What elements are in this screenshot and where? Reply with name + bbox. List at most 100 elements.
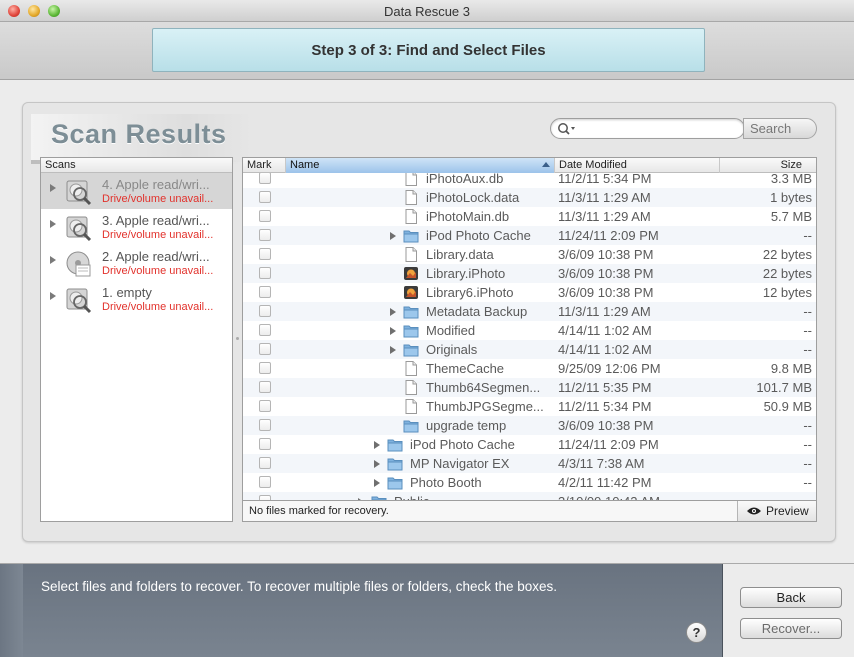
file-date-modified: 4/14/11 1:02 AM <box>558 342 652 357</box>
mark-checkbox[interactable] <box>259 324 271 336</box>
mark-checkbox[interactable] <box>259 267 271 279</box>
preview-button[interactable]: Preview <box>737 501 816 521</box>
disclosure-triangle-icon[interactable] <box>374 460 380 468</box>
search-icon[interactable] <box>557 122 577 136</box>
file-size: 101.7 MB <box>756 380 812 395</box>
disclosure-triangle-icon[interactable] <box>390 346 396 354</box>
mark-checkbox[interactable] <box>259 229 271 241</box>
table-row[interactable]: iPod Photo Cache 11/24/11 2:09 PM -- <box>243 226 816 245</box>
mark-checkbox[interactable] <box>259 173 271 184</box>
drive-scan-icon <box>66 180 92 206</box>
disclosure-triangle-icon[interactable] <box>50 256 56 264</box>
document-icon <box>405 361 417 376</box>
file-size: -- <box>803 304 812 319</box>
table-row[interactable]: upgrade temp 3/6/09 10:38 PM -- <box>243 416 816 435</box>
instructions-panel: Select files and folders to recover. To … <box>23 564 723 657</box>
table-row[interactable]: iPhotoMain.db 11/3/11 1:29 AM 5.7 MB <box>243 207 816 226</box>
file-date-modified: 11/2/11 5:34 PM <box>558 399 652 414</box>
mark-checkbox[interactable] <box>259 438 271 450</box>
disclosure-triangle-icon[interactable] <box>390 308 396 316</box>
file-size: -- <box>803 475 812 490</box>
disclosure-triangle-icon[interactable] <box>374 479 380 487</box>
folder-icon <box>403 306 419 319</box>
preview-label: Preview <box>766 504 809 518</box>
mark-checkbox[interactable] <box>259 305 271 317</box>
file-name: iPod Photo Cache <box>426 228 531 243</box>
search-input[interactable] <box>579 121 739 137</box>
file-size: 22 bytes <box>762 266 812 281</box>
table-row[interactable]: iPhotoAux.db 11/2/11 5:34 PM 3.3 MB <box>243 173 816 188</box>
folder-icon <box>387 439 403 452</box>
mark-checkbox[interactable] <box>259 248 271 260</box>
search-button[interactable]: Search <box>743 118 817 139</box>
section-title: Scan Results <box>51 119 227 149</box>
folder-icon <box>387 458 403 471</box>
disclosure-triangle-icon[interactable] <box>50 292 56 300</box>
mark-checkbox[interactable] <box>259 362 271 374</box>
table-row[interactable]: ThumbJPGSegme... 11/2/11 5:34 PM 50.9 MB <box>243 397 816 416</box>
folder-icon <box>403 325 419 338</box>
table-row[interactable]: Library6.iPhoto 3/6/09 10:38 PM 12 bytes <box>243 283 816 302</box>
file-name: iPhotoMain.db <box>426 209 510 224</box>
mark-checkbox[interactable] <box>259 495 271 500</box>
mark-checkbox[interactable] <box>259 343 271 355</box>
mark-checkbox[interactable] <box>259 419 271 431</box>
disclosure-triangle-icon[interactable] <box>390 232 396 240</box>
table-row[interactable]: iPod Photo Cache 11/24/11 2:09 PM -- <box>243 435 816 454</box>
column-size[interactable]: Size <box>720 158 816 173</box>
disclosure-triangle-icon[interactable] <box>50 184 56 192</box>
file-size: 22 bytes <box>762 247 812 262</box>
mark-checkbox[interactable] <box>259 191 271 203</box>
file-name: Modified <box>426 323 476 338</box>
file-size: -- <box>803 494 812 500</box>
table-row[interactable]: Public 3/10/09 10:42 AM -- <box>243 492 816 500</box>
mark-checkbox[interactable] <box>259 286 271 298</box>
scan-item[interactable]: 4. Apple read/wri... Drive/volume unavail… <box>41 173 232 209</box>
table-row[interactable]: Library.iPhoto 3/6/09 10:38 PM 22 bytes <box>243 264 816 283</box>
table-row[interactable]: ThemeCache 9/25/09 12:06 PM 9.8 MB <box>243 359 816 378</box>
column-mark[interactable]: Mark <box>243 158 286 173</box>
recover-button[interactable]: Recover... <box>740 618 842 639</box>
help-button[interactable]: ? <box>686 622 707 643</box>
mark-checkbox[interactable] <box>259 210 271 222</box>
column-name[interactable]: Name <box>286 158 555 173</box>
file-name: Library.iPhoto <box>426 266 506 281</box>
file-name: iPhotoAux.db <box>426 173 504 186</box>
mark-checkbox[interactable] <box>259 476 271 488</box>
table-body[interactable]: iPhotoAux.db 11/2/11 5:34 PM 3.3 MB iPhotoL… <box>243 173 816 500</box>
scan-item[interactable]: 3. Apple read/wri... Drive/volume unavail… <box>41 209 232 245</box>
scan-item[interactable]: 1. empty Drive/volume unavail... <box>41 281 232 317</box>
search-field[interactable] <box>550 118 745 139</box>
mark-checkbox[interactable] <box>259 457 271 469</box>
table-row[interactable]: Modified 4/14/11 1:02 AM -- <box>243 321 816 340</box>
file-size: 3.3 MB <box>770 173 812 186</box>
file-date-modified: 11/3/11 1:29 AM <box>558 304 651 319</box>
table-row[interactable]: Metadata Backup 11/3/11 1:29 AM -- <box>243 302 816 321</box>
table-row[interactable]: Originals 4/14/11 1:02 AM -- <box>243 340 816 359</box>
scan-status: Drive/volume unavail... <box>102 193 214 205</box>
mark-checkbox[interactable] <box>259 400 271 412</box>
scan-name: 3. Apple read/wri... <box>102 213 210 228</box>
disclosure-triangle-icon[interactable] <box>390 327 396 335</box>
back-button[interactable]: Back <box>740 587 842 608</box>
file-date-modified: 11/24/11 2:09 PM <box>558 228 659 243</box>
footer: Select files and folders to recover. To … <box>0 563 854 657</box>
disclosure-triangle-icon[interactable] <box>50 220 56 228</box>
table-row[interactable]: MP Navigator EX 4/3/11 7:38 AM -- <box>243 454 816 473</box>
table-row[interactable]: Thumb64Segmen... 11/2/11 5:35 PM 101.7 MB <box>243 378 816 397</box>
mark-checkbox[interactable] <box>259 381 271 393</box>
sort-ascending-icon <box>542 162 550 167</box>
scan-item[interactable]: 2. Apple read/wri... Drive/volume unavail… <box>41 245 232 281</box>
table-row[interactable]: iPhotoLock.data 11/3/11 1:29 AM 1 bytes <box>243 188 816 207</box>
table-row[interactable]: Library.data 3/6/09 10:38 PM 22 bytes <box>243 245 816 264</box>
file-date-modified: 3/6/09 10:38 PM <box>558 285 654 300</box>
drive-scan-icon <box>66 216 92 242</box>
table-row[interactable]: Photo Booth 4/2/11 11:42 PM -- <box>243 473 816 492</box>
iphoto-library-icon <box>404 267 418 280</box>
disclosure-triangle-icon[interactable] <box>374 441 380 449</box>
disk-image-icon <box>66 251 91 277</box>
disclosure-triangle-icon[interactable] <box>358 498 364 500</box>
column-date-modified[interactable]: Date Modified <box>555 158 720 173</box>
drive-scan-icon <box>66 288 92 314</box>
split-view-divider[interactable] <box>236 337 239 340</box>
